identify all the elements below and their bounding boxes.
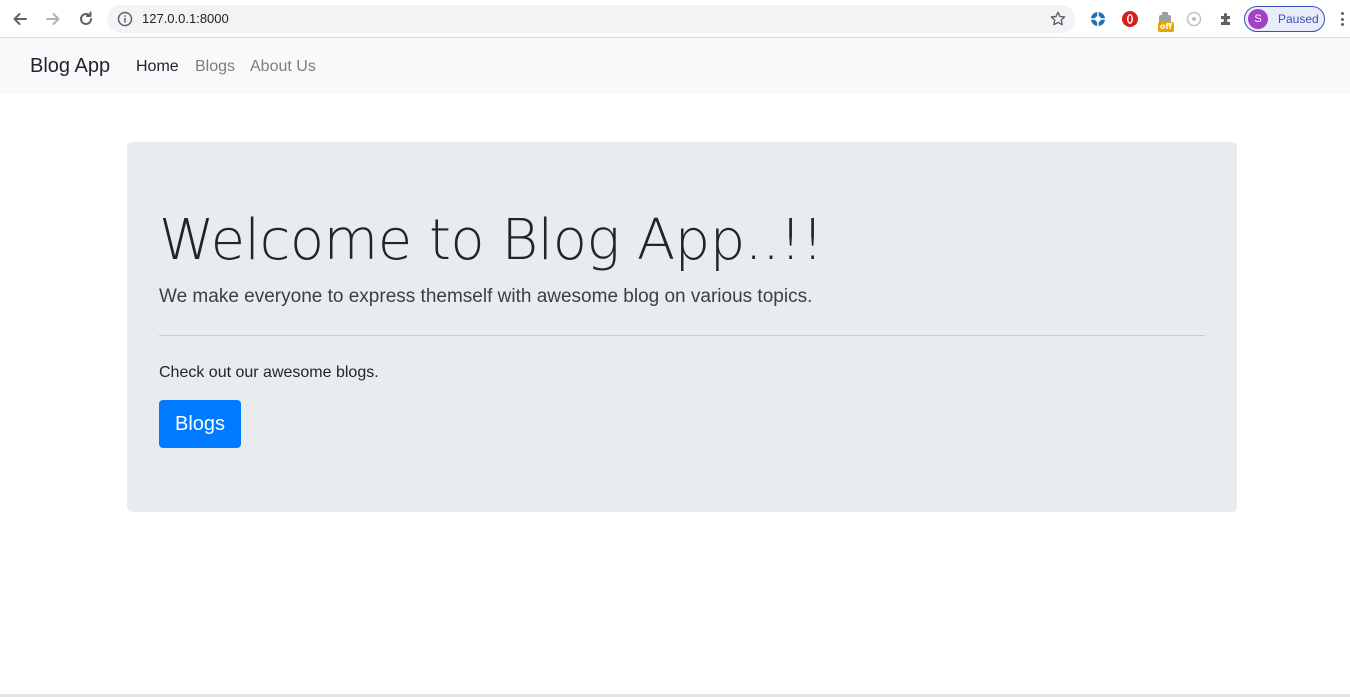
nav-link-blogs[interactable]: Blogs [195, 58, 235, 76]
back-icon[interactable] [8, 7, 32, 31]
nav-link-home[interactable]: Home [136, 58, 179, 76]
extension-gray-icon[interactable] [1184, 9, 1204, 29]
divider [159, 335, 1205, 336]
lead-text: We make everyone to express themself wit… [159, 286, 813, 307]
browser-toolbar: 127.0.0.1:8000 off S Paused [0, 0, 1350, 38]
avatar: S [1248, 9, 1268, 29]
navbar-brand[interactable]: Blog App [30, 55, 110, 78]
blogs-button[interactable]: Blogs [159, 400, 241, 448]
forward-icon[interactable] [41, 7, 65, 31]
navbar: Blog App Home Blogs About Us [0, 38, 1350, 94]
opera-extension-icon[interactable] [1120, 9, 1140, 29]
profile-button[interactable]: S Paused [1244, 6, 1325, 32]
jumbotron: Welcome to Blog App..!! We make everyone… [127, 142, 1237, 512]
profile-status: Paused [1278, 12, 1319, 26]
reload-icon[interactable] [74, 7, 98, 31]
puzzle-icon[interactable] [1216, 9, 1236, 29]
address-bar[interactable]: 127.0.0.1:8000 [107, 5, 1075, 33]
star-icon[interactable] [1049, 10, 1067, 28]
url-text[interactable]: 127.0.0.1:8000 [142, 11, 229, 26]
info-icon[interactable] [117, 11, 133, 27]
body-text: Check out our awesome blogs. [159, 364, 379, 381]
menu-icon[interactable] [1336, 10, 1348, 28]
nav-link-about-us[interactable]: About Us [250, 58, 316, 76]
extension-badge: off [1158, 22, 1174, 32]
page-title: Welcome to Blog App..!! [159, 208, 824, 273]
extension-icon[interactable] [1088, 9, 1108, 29]
